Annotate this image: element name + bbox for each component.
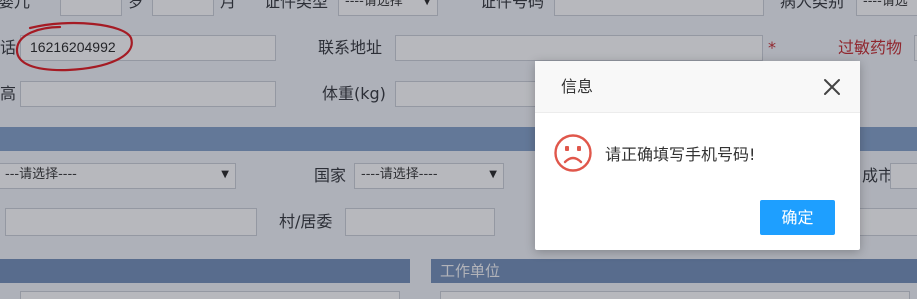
dialog-message: 请正确填写手机号码!: [605, 145, 756, 164]
sad-face-icon: [554, 134, 592, 172]
confirm-button[interactable]: 确定: [760, 200, 835, 235]
dialog-title: 信息: [561, 77, 594, 96]
close-icon[interactable]: [822, 77, 842, 97]
dialog-title-bar: 信息: [535, 61, 860, 113]
message-dialog: 信息 请正确填写手机号码! 确定: [535, 61, 860, 250]
